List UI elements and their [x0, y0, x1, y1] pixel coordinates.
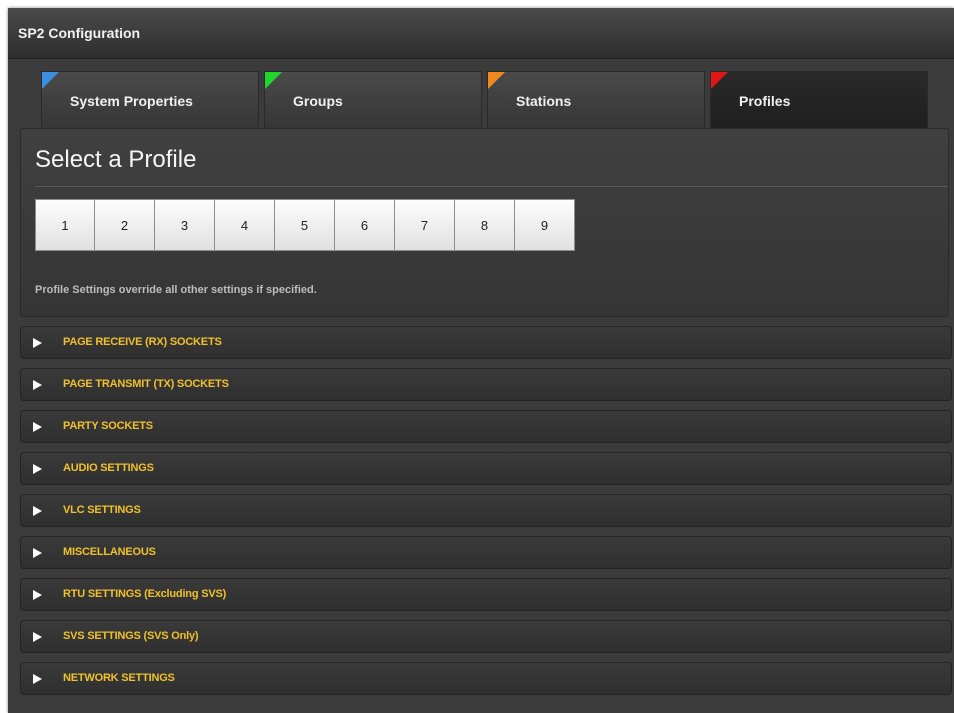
- expand-arrow-icon: [33, 674, 42, 684]
- section-label: VLC SETTINGS: [63, 504, 141, 516]
- profile-button-9[interactable]: 9: [515, 199, 575, 251]
- profile-note: Profile Settings override all other sett…: [35, 284, 317, 296]
- section-label: MISCELLANEOUS: [63, 546, 156, 558]
- profile-button-7[interactable]: 7: [395, 199, 455, 251]
- section-network-settings[interactable]: NETWORK SETTINGS: [20, 662, 952, 695]
- expand-arrow-icon: [33, 422, 42, 432]
- section-vlc-settings[interactable]: VLC SETTINGS: [20, 494, 952, 527]
- window-title: SP2 Configuration: [18, 25, 141, 41]
- expand-arrow-icon: [33, 338, 42, 348]
- tab-system-properties[interactable]: System Properties: [41, 71, 259, 128]
- panel-heading: Select a Profile: [35, 146, 197, 173]
- profile-selector-panel: Select a Profile 1 2 3 4 5 6 7 8 9 Profi…: [20, 128, 949, 317]
- title-bar: SP2 Configuration: [8, 8, 954, 59]
- section-page-receive-sockets[interactable]: PAGE RECEIVE (RX) SOCKETS: [20, 326, 952, 359]
- section-label: RTU SETTINGS (Excluding SVS): [63, 588, 227, 600]
- tab-stations[interactable]: Stations: [487, 71, 705, 128]
- profile-button-5[interactable]: 5: [275, 199, 335, 251]
- section-label: PAGE TRANSMIT (TX) SOCKETS: [63, 378, 229, 390]
- profile-button-1[interactable]: 1: [35, 199, 95, 251]
- green-corner-flag-icon: [265, 72, 282, 89]
- expand-arrow-icon: [33, 464, 42, 474]
- expand-arrow-icon: [33, 380, 42, 390]
- tab-bar: System Properties Groups Stations Profil…: [41, 71, 936, 128]
- section-label: PARTY SOCKETS: [63, 420, 153, 432]
- section-miscellaneous[interactable]: MISCELLANEOUS: [20, 536, 952, 569]
- profile-button-8[interactable]: 8: [455, 199, 515, 251]
- tab-label: System Properties: [70, 93, 193, 109]
- section-rtu-settings[interactable]: RTU SETTINGS (Excluding SVS): [20, 578, 952, 611]
- orange-corner-flag-icon: [488, 72, 505, 89]
- red-corner-flag-icon: [711, 72, 728, 89]
- tab-label: Profiles: [739, 93, 791, 109]
- profile-button-6[interactable]: 6: [335, 199, 395, 251]
- profile-number-buttons: 1 2 3 4 5 6 7 8 9: [35, 199, 575, 251]
- section-svs-settings[interactable]: SVS SETTINGS (SVS Only): [20, 620, 952, 653]
- section-label: PAGE RECEIVE (RX) SOCKETS: [63, 336, 222, 348]
- section-page-transmit-sockets[interactable]: PAGE TRANSMIT (TX) SOCKETS: [20, 368, 952, 401]
- section-audio-settings[interactable]: AUDIO SETTINGS: [20, 452, 952, 485]
- blue-corner-flag-icon: [42, 72, 59, 89]
- profile-button-2[interactable]: 2: [95, 199, 155, 251]
- section-label: AUDIO SETTINGS: [63, 462, 154, 474]
- section-label: NETWORK SETTINGS: [63, 672, 175, 684]
- settings-sections: PAGE RECEIVE (RX) SOCKETS PAGE TRANSMIT …: [20, 326, 952, 704]
- tab-profiles[interactable]: Profiles: [710, 71, 928, 128]
- profile-button-4[interactable]: 4: [215, 199, 275, 251]
- tab-groups[interactable]: Groups: [264, 71, 482, 128]
- profile-button-3[interactable]: 3: [155, 199, 215, 251]
- divider: [35, 186, 948, 187]
- tab-label: Groups: [293, 93, 343, 109]
- expand-arrow-icon: [33, 548, 42, 558]
- expand-arrow-icon: [33, 632, 42, 642]
- config-window: SP2 Configuration System Properties Grou…: [8, 8, 954, 713]
- section-party-sockets[interactable]: PARTY SOCKETS: [20, 410, 952, 443]
- expand-arrow-icon: [33, 590, 42, 600]
- tab-label: Stations: [516, 93, 572, 109]
- section-label: SVS SETTINGS (SVS Only): [63, 630, 199, 642]
- expand-arrow-icon: [33, 506, 42, 516]
